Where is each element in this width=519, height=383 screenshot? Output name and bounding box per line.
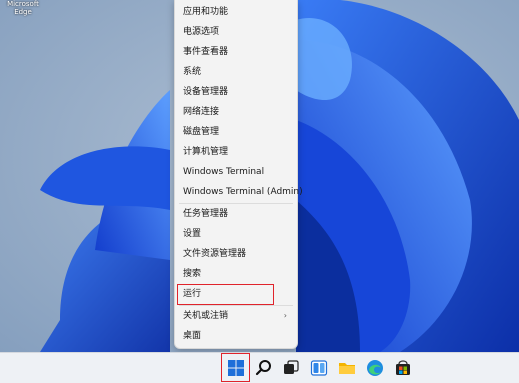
chevron-right-icon: › (283, 311, 287, 320)
menu-separator (179, 203, 293, 204)
menu-item-task-manager[interactable]: 任务管理器 (175, 205, 297, 223)
edge-icon[interactable] (365, 358, 385, 378)
desktop: Microsoft Edge 应用和功能 电源选项 事件查看器 系统 设备管理器… (0, 0, 519, 352)
menu-item-label: 关机或注销 (183, 311, 229, 321)
menu-item-device-manager[interactable]: 设备管理器 (175, 83, 297, 101)
menu-item-power-options[interactable]: 电源选项 (175, 23, 297, 41)
menu-item-file-explorer[interactable]: 文件资源管理器 (175, 245, 297, 263)
run-highlight-box (177, 284, 274, 305)
menu-item-shutdown-signout[interactable]: 关机或注销 › (175, 307, 297, 325)
store-icon[interactable] (393, 358, 413, 378)
menu-item-windows-terminal[interactable]: Windows Terminal (175, 163, 297, 181)
menu-item-disk-management[interactable]: 磁盘管理 (175, 123, 297, 141)
taskbar (0, 352, 519, 383)
menu-item-apps-features[interactable]: 应用和功能 (175, 3, 297, 21)
menu-item-network-connections[interactable]: 网络连接 (175, 103, 297, 121)
menu-item-windows-terminal-admin[interactable]: Windows Terminal (Admin) (175, 183, 303, 201)
widgets-icon[interactable] (309, 358, 329, 378)
desktop-icon-edge[interactable]: Microsoft Edge (0, 0, 46, 16)
menu-item-desktop[interactable]: 桌面 (175, 327, 297, 345)
menu-separator (179, 305, 293, 306)
desktop-icon-label: Microsoft Edge (7, 0, 39, 16)
menu-item-search[interactable]: 搜索 (175, 265, 297, 283)
file-explorer-icon[interactable] (337, 358, 357, 378)
menu-item-system[interactable]: 系统 (175, 63, 297, 81)
menu-item-event-viewer[interactable]: 事件查看器 (175, 43, 297, 61)
task-view-icon[interactable] (281, 358, 301, 378)
start-highlight-box (221, 353, 250, 382)
search-icon[interactable] (254, 358, 274, 378)
menu-item-computer-management[interactable]: 计算机管理 (175, 143, 297, 161)
menu-item-settings[interactable]: 设置 (175, 225, 297, 243)
